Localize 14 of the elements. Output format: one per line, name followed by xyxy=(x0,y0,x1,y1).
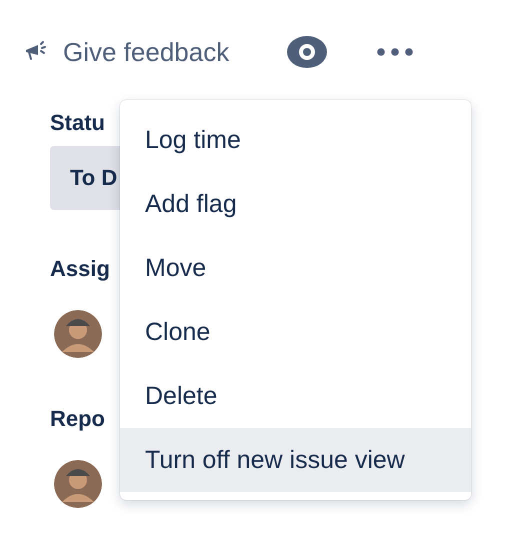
avatar-icon xyxy=(54,460,102,508)
menu-item[interactable]: Delete xyxy=(120,364,471,428)
field-label: Statu xyxy=(50,110,105,136)
eye-icon xyxy=(287,36,328,68)
menu-item[interactable]: Move xyxy=(120,236,471,300)
menu-item[interactable]: Clone xyxy=(120,300,471,364)
field-label: Repo xyxy=(50,406,105,432)
field-label: Assig xyxy=(50,256,110,282)
menu-item[interactable]: Turn off new issue view xyxy=(120,428,471,492)
more-button[interactable] xyxy=(377,48,414,56)
feedback-button[interactable]: Give feedback xyxy=(24,36,230,68)
more-icon xyxy=(377,48,414,56)
watch-button[interactable] xyxy=(287,36,328,68)
avatar-icon xyxy=(54,310,102,358)
